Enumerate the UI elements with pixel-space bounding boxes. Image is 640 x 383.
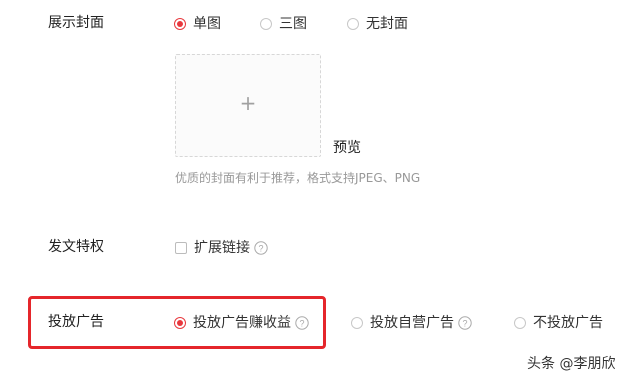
radio-ads-none[interactable] [514, 317, 526, 329]
radio-ads-earn[interactable] [174, 317, 186, 329]
ads-option-earn[interactable]: 投放广告赚收益 ? [174, 314, 309, 332]
cover-option-single-label: 单图 [193, 16, 221, 32]
preview-link[interactable]: 预览 [333, 139, 361, 157]
svg-text:?: ? [299, 318, 304, 328]
cover-option-none[interactable]: 无封面 [347, 15, 408, 33]
cover-option-triple[interactable]: 三图 [260, 15, 307, 33]
ads-option-self-label: 投放自营广告 [370, 315, 454, 331]
cover-upload-box[interactable]: + [175, 54, 321, 157]
ads-option-none-label: 不投放广告 [533, 315, 603, 331]
extend-link-label: 扩展链接 [194, 240, 250, 256]
radio-single[interactable] [174, 18, 186, 30]
cover-hint: 优质的封面有利于推荐，格式支持JPEG、PNG [175, 171, 421, 185]
watermark-text: 头条 @李朋欣 [527, 356, 616, 372]
ads-label: 投放广告 [48, 314, 104, 330]
plus-icon: + [239, 91, 257, 115]
radio-ads-self[interactable] [351, 317, 363, 329]
cover-option-triple-label: 三图 [279, 16, 307, 32]
question-icon[interactable]: ? [295, 316, 309, 330]
cover-label: 展示封面 [48, 15, 104, 31]
ads-option-earn-label: 投放广告赚收益 [193, 315, 291, 331]
radio-none[interactable] [347, 18, 359, 30]
ads-option-none[interactable]: 不投放广告 [514, 314, 603, 332]
cover-option-none-label: 无封面 [366, 16, 408, 32]
ads-option-self[interactable]: 投放自营广告 ? [351, 314, 472, 332]
svg-text:?: ? [462, 318, 467, 328]
cover-option-single[interactable]: 单图 [174, 15, 221, 33]
svg-text:?: ? [258, 243, 263, 253]
question-icon[interactable]: ? [458, 316, 472, 330]
privilege-label: 发文特权 [48, 239, 104, 255]
radio-triple[interactable] [260, 18, 272, 30]
extend-link-option[interactable]: 扩展链接 ? [175, 239, 268, 257]
extend-link-checkbox[interactable] [175, 242, 187, 254]
question-icon[interactable]: ? [254, 241, 268, 255]
